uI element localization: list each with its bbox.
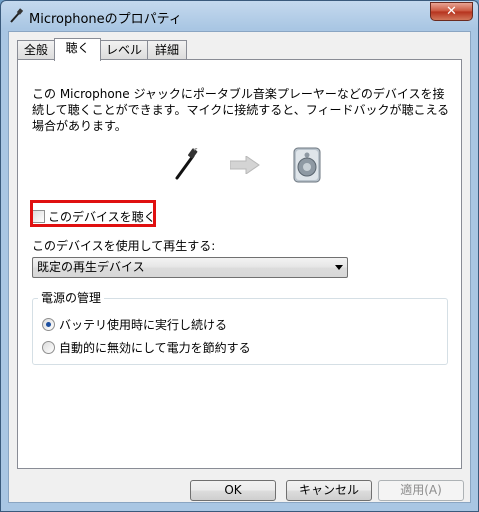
playback-device-select[interactable]: 既定の再生デバイス <box>32 257 348 278</box>
tab-listen[interactable]: 聴く <box>54 38 101 61</box>
listen-panel: この Microphone ジャックにポータブル音楽プレーヤーなどのデバイスを接… <box>17 59 462 469</box>
playback-device-label: このデバイスを使用して再生する: <box>32 239 216 253</box>
tab-advanced[interactable]: 詳細 <box>147 40 187 59</box>
window-title: Microphoneのプロパティ <box>29 12 182 27</box>
microphone-icon <box>10 8 24 23</box>
radio-keep-running[interactable]: バッテリ使用時に実行し続ける <box>42 317 227 333</box>
chevron-down-icon <box>335 265 343 270</box>
cancel-button[interactable]: キャンセル <box>286 480 372 501</box>
playback-device-value: 既定の再生デバイス <box>37 260 145 274</box>
radio-auto-disable-label: 自動的に無効にして電力を節約する <box>59 341 251 355</box>
tab-levels[interactable]: レベル <box>100 40 148 59</box>
radio-keep-running-button[interactable] <box>42 318 55 331</box>
ok-button[interactable]: OK <box>190 480 276 501</box>
microphone-jack-icon <box>175 148 198 180</box>
tab-general[interactable]: 全般 <box>17 40 55 59</box>
apply-button[interactable]: 適用(A) <box>378 480 464 501</box>
radio-auto-disable[interactable]: 自動的に無効にして電力を節約する <box>42 340 251 356</box>
arrow-right-icon <box>230 156 260 174</box>
dialog-client: 全般 聴く レベル 詳細 この Microphone ジャックにポータブル音楽プ… <box>8 31 471 503</box>
speaker-icon <box>293 147 321 183</box>
title-bar[interactable]: Microphoneのプロパティ ✕ <box>1 1 478 31</box>
radio-auto-disable-button[interactable] <box>42 341 55 354</box>
listen-description: この Microphone ジャックにポータブル音楽プレーヤーなどのデバイスを接… <box>32 87 450 133</box>
close-button[interactable]: ✕ <box>430 2 473 21</box>
properties-window: Microphoneのプロパティ ✕ 全般 聴く レベル 詳細 この Micro… <box>0 0 479 512</box>
highlight-annotation-box <box>30 200 156 227</box>
radio-keep-running-label: バッテリ使用時に実行し続ける <box>59 318 228 332</box>
power-management-title: 電源の管理 <box>38 289 105 306</box>
